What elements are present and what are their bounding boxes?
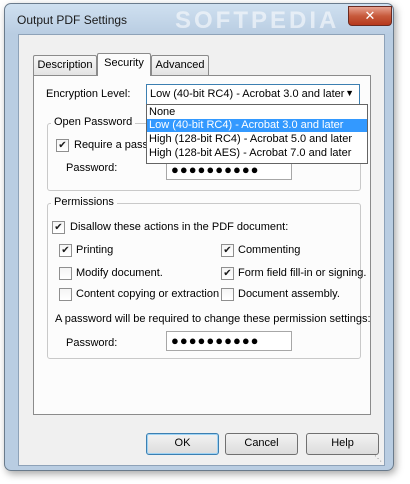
form-field-label: Form field fill-in or signing. — [238, 267, 367, 279]
dropdown-option-low-rc4[interactable]: Low (40-bit RC4) - Acrobat 3.0 and later — [147, 119, 367, 132]
tab-security-label: Security — [104, 57, 144, 69]
check-icon: ✔ — [54, 222, 63, 233]
form-field-checkbox[interactable]: ✔ — [221, 267, 234, 280]
resize-grip-icon[interactable]: ⋱ — [374, 454, 382, 463]
tab-advanced-label: Advanced — [155, 59, 205, 71]
permissions-password-label: Password: — [66, 337, 118, 349]
check-icon: ✔ — [58, 140, 67, 151]
require-password-checkbox[interactable]: ✔ — [56, 139, 69, 152]
printing-checkbox[interactable]: ✔ — [59, 244, 72, 257]
content-copying-label: Content copying or extraction — [76, 288, 220, 300]
chevron-down-icon: ▼ — [345, 88, 354, 98]
modify-document-label: Modify document. — [76, 267, 163, 279]
dropdown-option-none[interactable]: None — [147, 106, 367, 119]
close-button[interactable]: ✕ — [348, 6, 392, 26]
check-icon: ✔ — [223, 245, 232, 256]
permissions-title: Permissions — [51, 196, 117, 208]
dropdown-option-high-rc4[interactable]: High (128-bit RC4) - Acrobat 5.0 and lat… — [147, 133, 367, 146]
dialog-client-area: Description Security Advanced Encryption… — [18, 34, 385, 466]
document-assembly-checkbox[interactable] — [221, 288, 234, 301]
ok-button-label: OK — [174, 437, 191, 449]
tab-description[interactable]: Description — [33, 55, 97, 75]
encryption-level-select[interactable]: Low (40-bit RC4) - Acrobat 3.0 and later… — [146, 84, 360, 105]
cancel-button[interactable]: Cancel — [225, 433, 298, 455]
dialog-window: Output PDF Settings SOFTPEDIA ✕ Descript… — [4, 3, 394, 471]
permissions-password-field[interactable]: ●●●●●●●●●● — [166, 331, 292, 351]
watermark-logo: SOFTPEDIA — [175, 7, 340, 34]
window-title: Output PDF Settings — [17, 13, 128, 27]
encryption-level-value: Low (40-bit RC4) - Acrobat 3.0 and later — [150, 88, 345, 100]
modify-document-checkbox[interactable] — [59, 267, 72, 280]
encryption-level-label: Encryption Level: — [46, 88, 131, 100]
check-icon: ✔ — [61, 245, 70, 256]
open-password-title: Open Password — [51, 116, 136, 128]
open-password-label: Password: — [66, 162, 118, 174]
commenting-checkbox[interactable]: ✔ — [221, 244, 234, 257]
commenting-label: Commenting — [238, 244, 301, 256]
disallow-actions-label: Disallow these actions in the PDF docume… — [70, 221, 289, 233]
check-icon: ✔ — [223, 268, 232, 279]
document-assembly-label: Document assembly. — [238, 288, 340, 300]
permissions-note: A password will be required to change th… — [55, 313, 371, 325]
tab-description-label: Description — [37, 59, 93, 71]
content-copying-checkbox[interactable] — [59, 288, 72, 301]
tab-advanced[interactable]: Advanced — [151, 55, 209, 75]
help-button-label: Help — [331, 437, 354, 449]
tab-security[interactable]: Security — [97, 53, 151, 76]
cancel-button-label: Cancel — [244, 437, 279, 449]
require-password-label: Require a pass — [74, 139, 148, 151]
printing-label: Printing — [76, 244, 114, 256]
help-button[interactable]: Help — [306, 433, 379, 455]
ok-button[interactable]: OK — [146, 433, 219, 455]
disallow-actions-checkbox[interactable]: ✔ — [52, 221, 65, 234]
close-icon: ✕ — [364, 8, 376, 23]
dropdown-option-high-aes[interactable]: High (128-bit AES) - Acrobat 7.0 and lat… — [147, 147, 367, 160]
encryption-level-dropdown[interactable]: None Low (40-bit RC4) - Acrobat 3.0 and … — [146, 104, 368, 164]
